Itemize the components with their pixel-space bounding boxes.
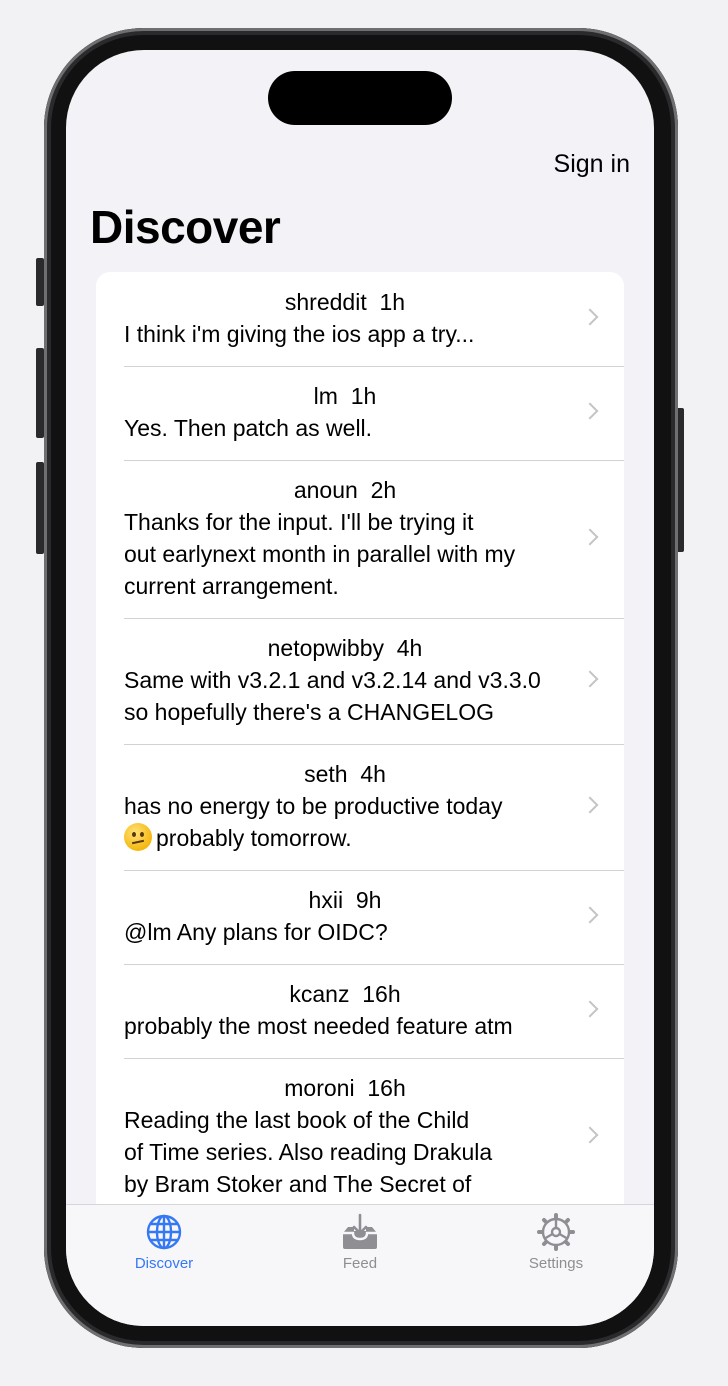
post-line: Same with v3.2.1 and v3.2.14 and v3.3.0 xyxy=(124,667,541,693)
post-row[interactable]: lm 1h Yes. Then patch as well. xyxy=(96,366,624,460)
post-user: seth xyxy=(304,761,348,787)
post-row[interactable]: anoun 2h Thanks for the input. I'll be t… xyxy=(96,460,624,618)
post-row[interactable]: netopwibby 4h Same with v3.2.1 and v3.2.… xyxy=(96,618,624,744)
post-text: probably the most needed feature atm xyxy=(124,1010,566,1042)
post-line: so hopefully there's a CHANGELOG xyxy=(124,699,494,725)
post-line: probably the most needed feature atm xyxy=(124,1013,513,1039)
post-age: 1h xyxy=(379,289,406,315)
post-line: out earlynext month in parallel with my xyxy=(124,541,516,567)
chevron-right-icon xyxy=(581,1000,599,1018)
post-line: Yes. Then patch as well. xyxy=(124,415,373,441)
post-user: netopwibby xyxy=(267,635,384,661)
post-age: 4h xyxy=(396,635,423,661)
tab-label: Feed xyxy=(342,1255,378,1272)
post-text: I think i'm giving the ios app a try... xyxy=(124,318,566,350)
post-line-with-emoji: probably tomorrow. xyxy=(124,822,566,854)
post-row[interactable]: shreddit 1h I think i'm giving the ios a… xyxy=(96,272,624,366)
post-line: I think i'm giving the ios app a try... xyxy=(124,321,475,347)
chevron-right-icon xyxy=(581,670,599,688)
chevron-right-icon xyxy=(581,906,599,924)
post-text: has no energy to be productive today pro… xyxy=(124,790,566,854)
post-meta: anoun 2h xyxy=(124,474,566,506)
post-line: Thanks for the input. I'll be trying it xyxy=(124,509,474,535)
app-screen: Sign in Discover shreddit 1h I think i'm… xyxy=(66,50,654,1326)
tab-settings[interactable]: Settings xyxy=(458,1205,654,1285)
tab-discover[interactable]: Discover xyxy=(66,1205,262,1285)
post-row[interactable]: kcanz 16h probably the most needed featu… xyxy=(96,964,624,1058)
post-line: by Bram Stoker and The Secret of xyxy=(124,1171,472,1197)
post-line: Reading the last book of the Child xyxy=(124,1107,470,1133)
post-user: kcanz xyxy=(289,981,350,1007)
dynamic-island xyxy=(268,71,452,125)
post-age: 1h xyxy=(350,383,377,409)
action-button xyxy=(36,258,44,306)
post-meta: hxii 9h xyxy=(124,884,566,916)
tab-label: Settings xyxy=(528,1255,584,1272)
post-text: Same with v3.2.1 and v3.2.14 and v3.3.0 … xyxy=(124,664,566,728)
chevron-right-icon xyxy=(581,796,599,814)
post-age: 4h xyxy=(360,761,386,787)
post-line: probably tomorrow. xyxy=(156,825,352,851)
gear-icon xyxy=(537,1213,575,1251)
chevron-right-icon xyxy=(581,402,599,420)
post-line: current arrangement. xyxy=(124,573,339,599)
chevron-right-icon xyxy=(581,528,599,546)
post-meta: seth 4h xyxy=(124,758,566,790)
post-row[interactable]: seth 4h has no energy to be productive t… xyxy=(96,744,624,870)
post-text: Reading the last book of the Child of Ti… xyxy=(124,1104,566,1200)
tab-label: Discover xyxy=(134,1255,194,1272)
post-line: @lm Any plans for OIDC? xyxy=(124,919,388,945)
post-user: hxii xyxy=(308,887,344,913)
post-row[interactable]: moroni 16h Reading the last book of the … xyxy=(96,1058,624,1216)
post-line: of Time series. Also reading Drakula xyxy=(124,1139,493,1165)
post-user: lm xyxy=(313,383,338,409)
post-text: Thanks for the input. I'll be trying it … xyxy=(124,506,566,602)
sign-in-button[interactable]: Sign in xyxy=(554,150,630,179)
post-meta: shreddit 1h xyxy=(124,286,566,318)
chevron-right-icon xyxy=(581,308,599,326)
post-meta: netopwibby 4h xyxy=(124,632,566,664)
tab-feed[interactable]: Feed xyxy=(262,1205,458,1285)
post-age: 16h xyxy=(362,981,401,1007)
volume-down-button xyxy=(36,462,44,554)
posts-list: shreddit 1h I think i'm giving the ios a… xyxy=(96,272,624,1216)
post-meta: moroni 16h xyxy=(124,1072,566,1104)
post-user: shreddit xyxy=(284,289,367,315)
volume-up-button xyxy=(36,348,44,438)
tab-bar: Discover Feed Settings xyxy=(66,1204,654,1326)
post-age: 16h xyxy=(367,1075,406,1101)
post-meta: lm 1h xyxy=(124,380,566,412)
page-title: Discover xyxy=(90,201,281,253)
post-age: 2h xyxy=(370,477,397,503)
tray-download-icon xyxy=(343,1213,377,1249)
post-text: Yes. Then patch as well. xyxy=(124,412,566,444)
post-user: anoun xyxy=(293,477,358,503)
post-age: 9h xyxy=(355,887,382,913)
post-meta: kcanz 16h xyxy=(124,978,566,1010)
post-user: moroni xyxy=(284,1075,355,1101)
post-row[interactable]: hxii 9h @lm Any plans for OIDC? xyxy=(96,870,624,964)
post-text: @lm Any plans for OIDC? xyxy=(124,916,566,948)
confused-face-icon xyxy=(124,823,152,851)
chevron-right-icon xyxy=(581,1126,599,1144)
post-line: has no energy to be productive today xyxy=(124,793,503,819)
globe-icon xyxy=(146,1214,182,1250)
